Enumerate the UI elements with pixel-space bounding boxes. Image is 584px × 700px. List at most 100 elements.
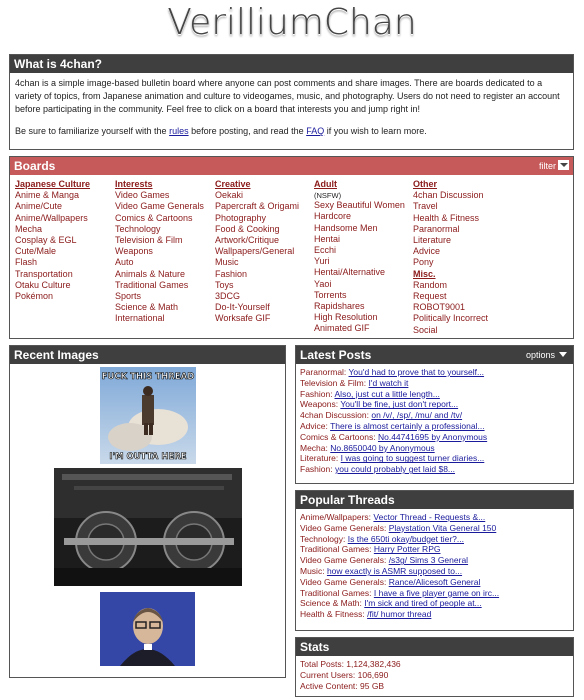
- board-name: Anime/Wallpapers:: [300, 512, 372, 522]
- board-category-heading[interactable]: Interests: [115, 179, 225, 190]
- board-link[interactable]: Science & Math: [115, 302, 225, 313]
- board-link[interactable]: Cosplay & EGL: [15, 235, 125, 246]
- post-link[interactable]: Harry Potter RPG: [374, 544, 441, 554]
- board-link[interactable]: Health & Fitness: [413, 213, 523, 224]
- board-link[interactable]: Video Games: [115, 190, 225, 201]
- post-link[interactable]: Vector Thread - Requests &...: [373, 512, 485, 522]
- faq-link[interactable]: FAQ: [306, 126, 324, 136]
- board-link[interactable]: Hentai/Alternative: [314, 267, 424, 278]
- post-link[interactable]: I was going to suggest turner diaries...: [341, 453, 485, 463]
- board-link[interactable]: Social: [413, 325, 523, 336]
- board-link[interactable]: Travel: [413, 201, 523, 212]
- board-link[interactable]: Yuri: [314, 256, 424, 267]
- about-title: What is 4chan?: [10, 55, 573, 73]
- board-link[interactable]: Sexy Beautiful Women: [314, 200, 424, 211]
- board-link[interactable]: Worksafe GIF: [215, 313, 325, 324]
- board-link[interactable]: International: [115, 313, 225, 324]
- post-link[interactable]: No.44741695 by Anonymous: [378, 432, 487, 442]
- board-link[interactable]: ROBOT9001: [413, 302, 523, 313]
- board-category-heading[interactable]: Adult: [314, 179, 424, 190]
- board-link[interactable]: Advice: [413, 246, 523, 257]
- board-link[interactable]: Wallpapers/General: [215, 246, 325, 257]
- board-link[interactable]: Technology: [115, 224, 225, 235]
- post-link[interactable]: Also, just cut a little length...: [335, 389, 440, 399]
- board-link[interactable]: Literature: [413, 235, 523, 246]
- board-link[interactable]: Photography: [215, 213, 325, 224]
- post-link[interactable]: There is almost certainly a professional…: [330, 421, 484, 431]
- board-link[interactable]: Otaku Culture: [15, 280, 125, 291]
- post-link[interactable]: /s3g/ Sims 3 General: [389, 555, 468, 565]
- board-category-heading[interactable]: Creative: [215, 179, 325, 190]
- board-link[interactable]: Fashion: [215, 269, 325, 280]
- board-link[interactable]: Anime/Cute: [15, 201, 125, 212]
- post-link[interactable]: No.8650040 by Anonymous: [330, 443, 434, 453]
- popular-thread-row: Health & Fitness: /fit/ humor thread: [300, 609, 569, 620]
- board-link[interactable]: Mecha: [15, 224, 125, 235]
- board-link[interactable]: Yaoi: [314, 279, 424, 290]
- site-logo[interactable]: VerilliumChan: [0, 0, 584, 52]
- latest-post-row: Paranormal: You'd had to prove that to y…: [300, 367, 569, 378]
- board-link[interactable]: High Resolution: [314, 312, 424, 323]
- post-link[interactable]: You'll be fine, just don't report...: [340, 399, 458, 409]
- board-link[interactable]: Pony: [413, 257, 523, 268]
- rules-link[interactable]: rules: [169, 126, 189, 136]
- popular-threads-panel: Popular Threads Anime/Wallpapers: Vector…: [295, 490, 574, 631]
- options-button[interactable]: options: [526, 346, 567, 364]
- board-link[interactable]: Video Game Generals: [115, 201, 225, 212]
- board-link[interactable]: Do-It-Yourself: [215, 302, 325, 313]
- recent-image-2[interactable]: [54, 468, 242, 586]
- post-link[interactable]: you could probably get laid $8...: [335, 464, 455, 474]
- post-link[interactable]: /fit/ humor thread: [367, 609, 431, 619]
- filter-button[interactable]: filter: [539, 157, 569, 175]
- board-link[interactable]: Auto: [115, 257, 225, 268]
- board-link[interactable]: Anime & Manga: [15, 190, 125, 201]
- board-link[interactable]: Weapons: [115, 246, 225, 257]
- board-link[interactable]: Flash: [15, 257, 125, 268]
- board-link[interactable]: Transportation: [15, 269, 125, 280]
- post-link[interactable]: Playstation Vita General 150: [389, 523, 497, 533]
- post-link[interactable]: I have a five player game on irc...: [374, 588, 499, 598]
- recent-image-1[interactable]: FUCK THIS THREAD I'M OUTTA HERE: [100, 367, 196, 464]
- board-category-heading[interactable]: Other: [413, 179, 523, 190]
- board-link[interactable]: Papercraft & Origami: [215, 201, 325, 212]
- board-link[interactable]: 4chan Discussion: [413, 190, 523, 201]
- recent-image-3[interactable]: [100, 592, 195, 666]
- board-link[interactable]: Handsome Men: [314, 223, 424, 234]
- board-category-heading[interactable]: Misc.: [413, 269, 523, 280]
- board-link[interactable]: Hardcore: [314, 211, 424, 222]
- board-link[interactable]: Hentai: [314, 234, 424, 245]
- popular-threads-list: Anime/Wallpapers: Vector Thread - Reques…: [296, 509, 573, 623]
- post-link[interactable]: on /v/, /sp/, /mu/ and /tv/: [371, 410, 462, 420]
- board-link[interactable]: Music: [215, 257, 325, 268]
- board-link[interactable]: Sports: [115, 291, 225, 302]
- board-link[interactable]: Politically Incorrect: [413, 313, 523, 324]
- post-link[interactable]: Is the 650ti okay/budget tier?...: [348, 534, 464, 544]
- board-link[interactable]: Rapidshares: [314, 301, 424, 312]
- post-link[interactable]: I'd watch it: [369, 378, 409, 388]
- board-link[interactable]: Anime/Wallpapers: [15, 213, 125, 224]
- board-link[interactable]: Oekaki: [215, 190, 325, 201]
- post-link[interactable]: how exactly is ASMR supposed to...: [327, 566, 462, 576]
- board-link[interactable]: 3DCG: [215, 291, 325, 302]
- board-name: Fashion:: [300, 388, 333, 399]
- board-category-heading[interactable]: Japanese Culture: [15, 179, 125, 190]
- board-link[interactable]: Cute/Male: [15, 246, 125, 257]
- post-link[interactable]: You'd had to prove that to yourself...: [349, 367, 485, 377]
- board-link[interactable]: Comics & Cartoons: [115, 213, 225, 224]
- board-link[interactable]: Paranormal: [413, 224, 523, 235]
- board-link[interactable]: Animated GIF: [314, 323, 424, 334]
- post-link[interactable]: Rance/Alicesoft General: [389, 577, 481, 587]
- post-link[interactable]: I'm sick and tired of people at...: [364, 598, 481, 608]
- board-link[interactable]: Request: [413, 291, 523, 302]
- board-link[interactable]: Pokémon: [15, 291, 125, 302]
- board-link[interactable]: Ecchi: [314, 245, 424, 256]
- board-link[interactable]: Traditional Games: [115, 280, 225, 291]
- board-link[interactable]: Television & Film: [115, 235, 225, 246]
- board-link[interactable]: Animals & Nature: [115, 269, 225, 280]
- board-link[interactable]: Food & Cooking: [215, 224, 325, 235]
- board-name: Technology:: [300, 533, 346, 544]
- board-link[interactable]: Random: [413, 280, 523, 291]
- board-link[interactable]: Artwork/Critique: [215, 235, 325, 246]
- board-link[interactable]: Torrents: [314, 290, 424, 301]
- board-link[interactable]: Toys: [215, 280, 325, 291]
